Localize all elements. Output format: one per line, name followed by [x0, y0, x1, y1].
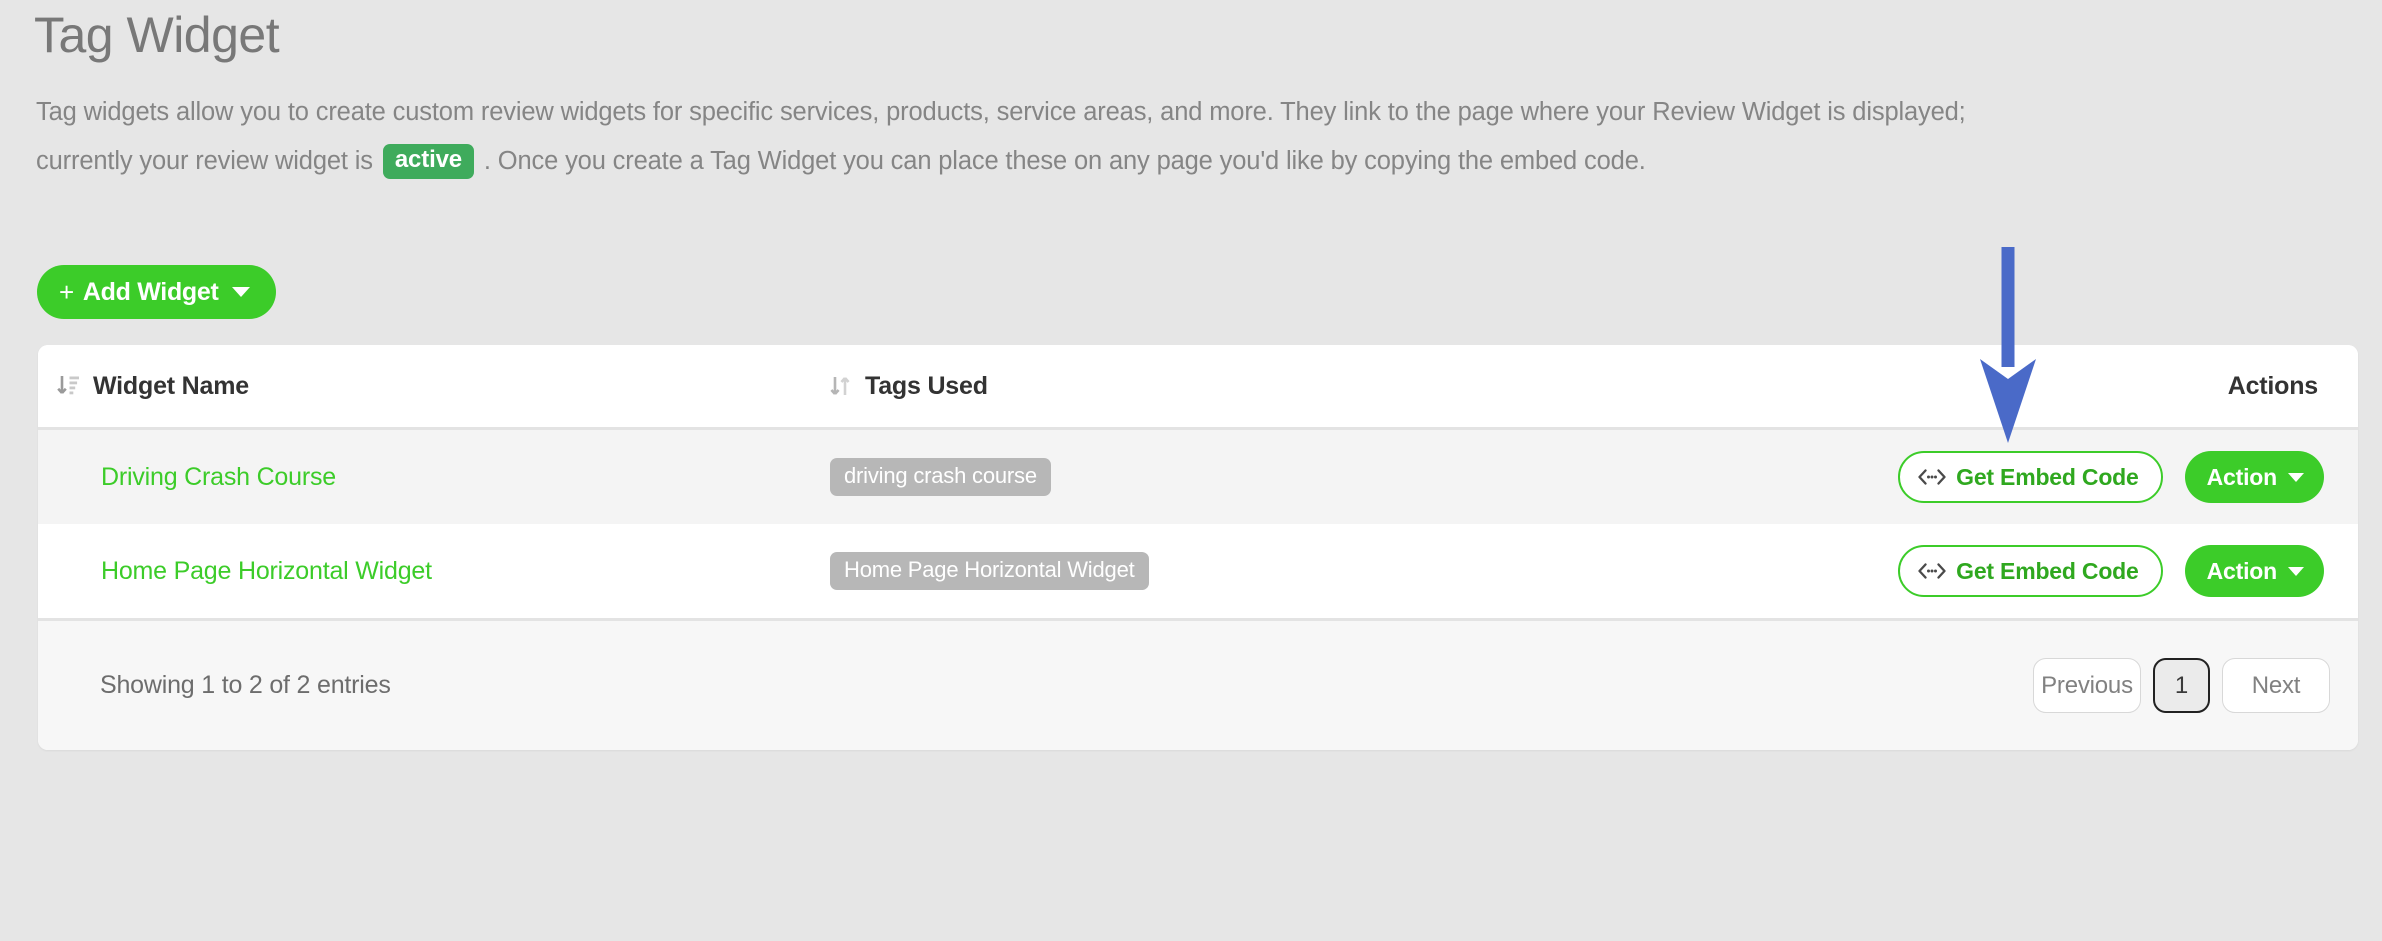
widget-name-link[interactable]: Home Page Horizontal Widget: [56, 557, 828, 586]
chevron-down-icon: [231, 287, 250, 297]
chevron-down-icon: [2288, 566, 2304, 576]
get-embed-code-label: Get Embed Code: [1956, 557, 2139, 584]
action-dropdown-button[interactable]: Action: [2184, 451, 2324, 503]
tags-cell: driving crash course: [828, 457, 1753, 497]
status-badge: active: [382, 144, 474, 179]
row-actions: Get Embed Code Action: [1753, 545, 2324, 597]
column-header-tags-used-label: Tags Used: [865, 371, 988, 400]
pagination: Previous 1 Next: [2027, 658, 2336, 713]
action-dropdown-label: Action: [2206, 557, 2278, 584]
code-embed-icon: [1918, 468, 1946, 486]
column-header-widget-name-label: Widget Name: [93, 371, 249, 400]
get-embed-code-button[interactable]: Get Embed Code: [1898, 545, 2163, 597]
plus-icon: +: [59, 277, 74, 307]
code-embed-icon: [1918, 562, 1946, 580]
chevron-down-icon: [2288, 472, 2304, 482]
pagination-next-button[interactable]: Next: [2222, 658, 2330, 713]
page-description-part2: . Once you create a Tag Widget you can p…: [483, 147, 1646, 175]
tag-widget-page: Tag Widget Tag widgets allow you to crea…: [0, 0, 2382, 941]
row-actions: Get Embed Code Action: [1753, 451, 2324, 503]
table-header-row: Widget Name Tags Used Actions: [38, 345, 2358, 430]
table-row: Home Page Horizontal Widget Home Page Ho…: [38, 524, 2358, 618]
column-header-widget-name[interactable]: Widget Name: [56, 372, 828, 401]
column-header-tags-used[interactable]: Tags Used: [828, 372, 1753, 401]
page-description: Tag widgets allow you to create custom r…: [36, 88, 1996, 186]
sort-updown-icon: [828, 373, 854, 399]
column-header-actions-label: Actions: [2227, 371, 2318, 400]
get-embed-code-button[interactable]: Get Embed Code: [1898, 451, 2163, 503]
tag-chip: driving crash course: [830, 457, 1051, 497]
table-row: Driving Crash Course driving crash cours…: [38, 430, 2358, 524]
tags-cell: Home Page Horizontal Widget: [828, 551, 1753, 591]
table-footer: Showing 1 to 2 of 2 entries Previous 1 N…: [38, 618, 2358, 750]
widgets-table-card: Widget Name Tags Used Actions Driving Cr…: [38, 345, 2358, 750]
widget-name-link[interactable]: Driving Crash Course: [56, 463, 828, 492]
tag-chip: Home Page Horizontal Widget: [830, 551, 1149, 591]
add-widget-button[interactable]: + Add Widget: [37, 265, 276, 319]
page-title: Tag Widget: [34, 7, 280, 63]
action-dropdown-button[interactable]: Action: [2184, 545, 2324, 597]
get-embed-code-label: Get Embed Code: [1956, 463, 2139, 490]
pagination-previous-button[interactable]: Previous: [2033, 658, 2141, 713]
action-dropdown-label: Action: [2206, 463, 2278, 490]
add-widget-label: Add Widget: [82, 277, 219, 306]
pagination-page-1-button[interactable]: 1: [2153, 658, 2210, 713]
column-header-actions: Actions: [1753, 372, 2324, 401]
sort-amount-down-icon: [56, 373, 82, 399]
entries-count-text: Showing 1 to 2 of 2 entries: [100, 671, 391, 699]
